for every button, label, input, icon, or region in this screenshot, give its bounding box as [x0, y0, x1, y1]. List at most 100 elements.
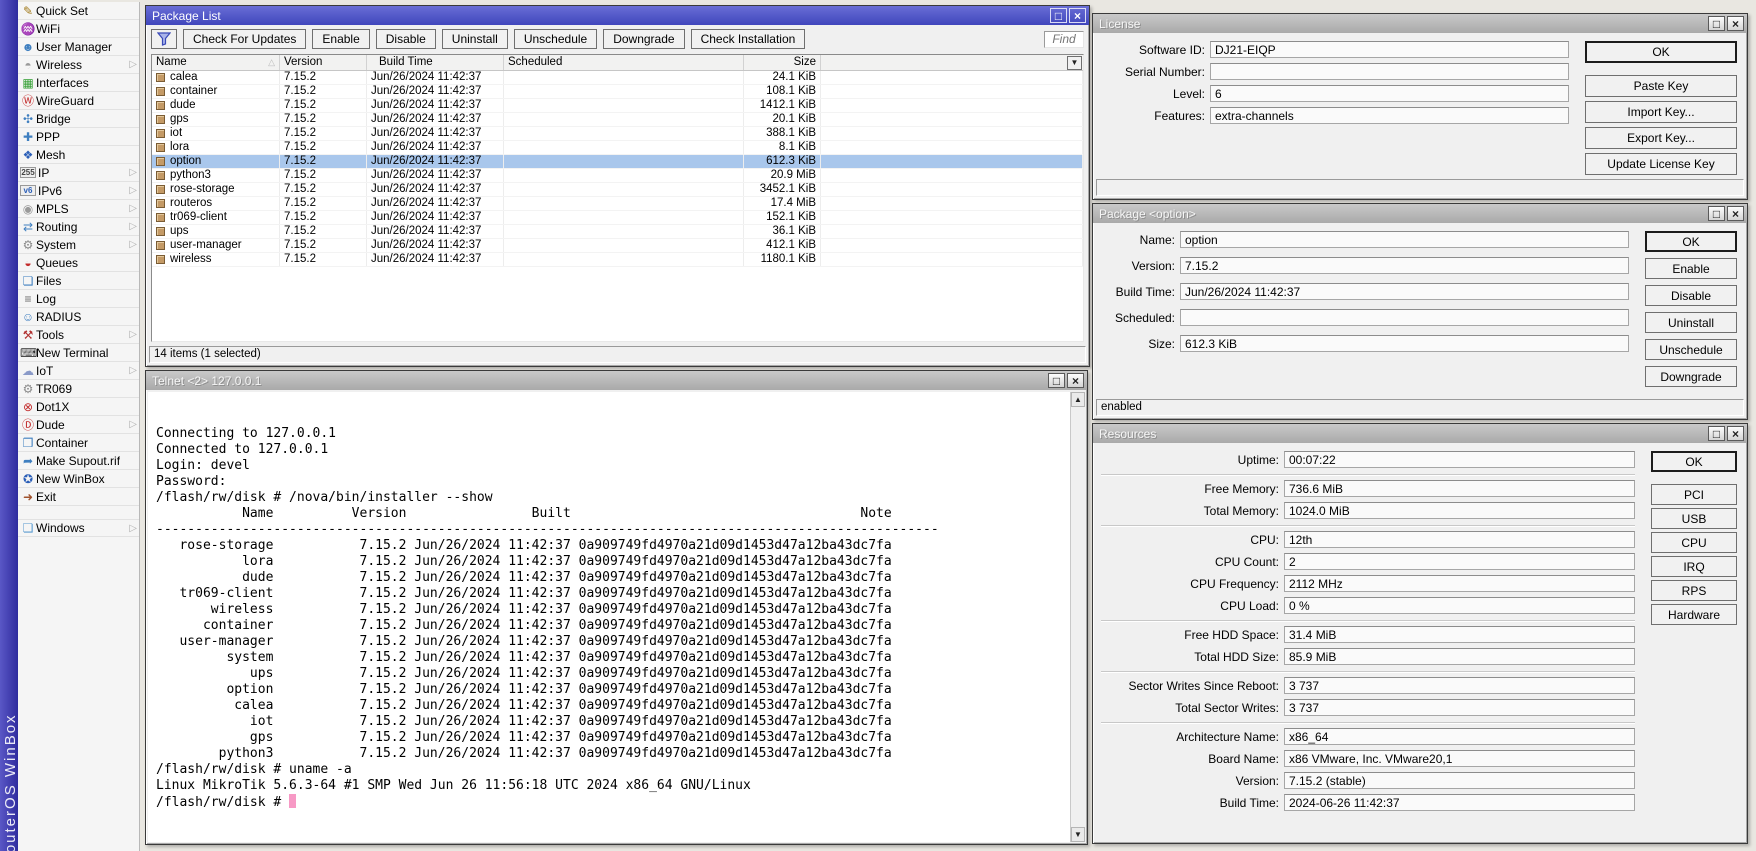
sidebar-item[interactable]: ➜ Exit [18, 488, 139, 506]
sidebar-item[interactable]: ◒ Queues [18, 254, 139, 272]
field-value[interactable]: 7.15.2 (stable) [1284, 772, 1635, 789]
dialog-button[interactable]: OK [1585, 41, 1737, 63]
sidebar-item[interactable]: ⚙ System ▷ [18, 236, 139, 254]
telnet-titlebar[interactable]: Telnet <2> 127.0.0.1 □ × [146, 371, 1087, 390]
package-row[interactable]: gps 7.15.2 Jun/26/2024 11:42:37 20.1 KiB [152, 113, 1083, 127]
dialog-button[interactable]: Unschedule [1645, 339, 1737, 360]
field-value[interactable]: 2024-06-26 11:42:37 [1284, 794, 1635, 811]
field-value[interactable]: 7.15.2 [1180, 257, 1629, 274]
package-row[interactable]: python3 7.15.2 Jun/26/2024 11:42:37 20.9… [152, 169, 1083, 183]
package-list-titlebar[interactable]: Package List □ × [146, 6, 1089, 25]
dialog-button[interactable]: Update License Key [1585, 153, 1737, 175]
sidebar-item[interactable]: ✚ PPP [18, 128, 139, 146]
column-header-name[interactable]: Name △ [152, 55, 280, 70]
sidebar-item[interactable]: ➦ Make Supout.rif [18, 452, 139, 470]
sidebar-item[interactable]: ≡ Log [18, 290, 139, 308]
sidebar-item[interactable]: ⚒ Tools ▷ [18, 326, 139, 344]
column-header-buildtime[interactable]: Build Time [367, 55, 504, 70]
toolbar-button[interactable]: Unschedule [514, 29, 597, 49]
dialog-button[interactable]: OK [1645, 231, 1737, 252]
toolbar-button[interactable]: Downgrade [603, 29, 684, 49]
field-value[interactable] [1180, 309, 1629, 326]
sidebar-item[interactable]: v6 IPv6 ▷ [18, 182, 139, 200]
toolbar-button[interactable]: Uninstall [442, 29, 508, 49]
filter-button[interactable] [151, 29, 177, 49]
find-input[interactable] [1044, 31, 1084, 48]
sidebar-item[interactable]: ▦ Interfaces [18, 74, 139, 92]
package-row[interactable]: rose-storage 7.15.2 Jun/26/2024 11:42:37… [152, 183, 1083, 197]
maximize-icon[interactable]: □ [1050, 8, 1067, 23]
sidebar-item[interactable]: ☺ RADIUS [18, 308, 139, 326]
sidebar-item[interactable]: ✪ New WinBox [18, 470, 139, 488]
dialog-button[interactable]: Downgrade [1645, 366, 1737, 387]
close-icon[interactable]: × [1727, 426, 1744, 441]
close-icon[interactable]: × [1067, 373, 1084, 388]
package-row[interactable]: routeros 7.15.2 Jun/26/2024 11:42:37 17.… [152, 197, 1083, 211]
column-header-scheduled[interactable]: Scheduled [504, 55, 744, 70]
dialog-button[interactable]: OK [1651, 451, 1737, 472]
resources-titlebar[interactable]: Resources □ × [1093, 424, 1747, 443]
field-value[interactable]: 612.3 KiB [1180, 335, 1629, 352]
package-row[interactable]: iot 7.15.2 Jun/26/2024 11:42:37 388.1 Ki… [152, 127, 1083, 141]
sidebar-item[interactable]: ✣ Bridge [18, 110, 139, 128]
sidebar-item[interactable]: ⌨ New Terminal [18, 344, 139, 362]
package-row[interactable]: wireless 7.15.2 Jun/26/2024 11:42:37 118… [152, 253, 1083, 267]
package-row[interactable]: tr069-client 7.15.2 Jun/26/2024 11:42:37… [152, 211, 1083, 225]
field-value[interactable]: 736.6 MiB [1284, 480, 1635, 497]
column-header-version[interactable]: Version [280, 55, 367, 70]
toolbar-button[interactable]: Enable [312, 29, 369, 49]
sidebar-item[interactable]: ♒ WiFi [18, 20, 139, 38]
sidebar-item[interactable]: ◓ Wireless ▷ [18, 56, 139, 74]
sidebar-item[interactable]: ❏ Windows ▷ [18, 519, 139, 537]
field-value[interactable]: x86_64 [1284, 728, 1635, 745]
package-row[interactable]: container 7.15.2 Jun/26/2024 11:42:37 10… [152, 85, 1083, 99]
package-option-titlebar[interactable]: Package <option> □ × [1093, 204, 1747, 223]
sidebar-item[interactable]: ⊗ Dot1X [18, 398, 139, 416]
dialog-button[interactable]: RPS [1651, 580, 1737, 601]
dialog-button[interactable]: Import Key... [1585, 101, 1737, 123]
maximize-icon[interactable]: □ [1048, 373, 1065, 388]
toolbar-button[interactable]: Check For Updates [183, 29, 306, 49]
sidebar-item[interactable]: ❒ Container [18, 434, 139, 452]
dialog-button[interactable]: CPU [1651, 532, 1737, 553]
column-header-size[interactable]: Size [744, 55, 821, 70]
maximize-icon[interactable]: □ [1708, 426, 1725, 441]
field-value[interactable] [1210, 63, 1569, 80]
sidebar-item[interactable]: Ⓓ Dude ▷ [18, 416, 139, 434]
package-row[interactable]: option 7.15.2 Jun/26/2024 11:42:37 612.3… [152, 155, 1083, 169]
close-icon[interactable]: × [1727, 206, 1744, 221]
license-titlebar[interactable]: License □ × [1093, 14, 1747, 33]
sidebar-item[interactable]: ⇄ Routing ▷ [18, 218, 139, 236]
field-value[interactable]: 6 [1210, 85, 1569, 102]
package-row[interactable]: dude 7.15.2 Jun/26/2024 11:42:37 1412.1 … [152, 99, 1083, 113]
field-value[interactable]: option [1180, 231, 1629, 248]
dialog-button[interactable]: IRQ [1651, 556, 1737, 577]
column-menu-button[interactable]: ▼ [1067, 56, 1082, 70]
field-value[interactable]: 2 [1284, 553, 1635, 570]
field-value[interactable]: Jun/26/2024 11:42:37 [1180, 283, 1629, 300]
field-value[interactable]: 3 737 [1284, 699, 1635, 716]
dialog-button[interactable]: PCI [1651, 484, 1737, 505]
sidebar-item[interactable]: ☁ IoT ▷ [18, 362, 139, 380]
terminal-area[interactable]: Connecting to 127.0.0.1 Connected to 127… [148, 392, 1085, 842]
dialog-button[interactable]: Disable [1645, 285, 1737, 306]
scroll-up-icon[interactable]: ▲ [1071, 392, 1085, 407]
sidebar-item[interactable]: ☻ User Manager [18, 38, 139, 56]
maximize-icon[interactable]: □ [1708, 206, 1725, 221]
terminal-scrollbar[interactable]: ▲ ▼ [1070, 392, 1085, 842]
field-value[interactable]: 31.4 MiB [1284, 626, 1635, 643]
field-value[interactable]: DJ21-EIQP [1210, 41, 1569, 58]
sidebar-item[interactable]: ⚙ TR069 [18, 380, 139, 398]
close-icon[interactable]: × [1069, 8, 1086, 23]
close-icon[interactable]: × [1727, 16, 1744, 31]
package-row[interactable]: ups 7.15.2 Jun/26/2024 11:42:37 36.1 KiB [152, 225, 1083, 239]
field-value[interactable]: 85.9 MiB [1284, 648, 1635, 665]
field-value[interactable]: 2112 MHz [1284, 575, 1635, 592]
sidebar-item[interactable]: ◉ MPLS ▷ [18, 200, 139, 218]
dialog-button[interactable]: Enable [1645, 258, 1737, 279]
package-row[interactable]: user-manager 7.15.2 Jun/26/2024 11:42:37… [152, 239, 1083, 253]
dialog-button[interactable]: Export Key... [1585, 127, 1737, 149]
maximize-icon[interactable]: □ [1708, 16, 1725, 31]
dialog-button[interactable]: Paste Key [1585, 75, 1737, 97]
package-row[interactable]: lora 7.15.2 Jun/26/2024 11:42:37 8.1 KiB [152, 141, 1083, 155]
